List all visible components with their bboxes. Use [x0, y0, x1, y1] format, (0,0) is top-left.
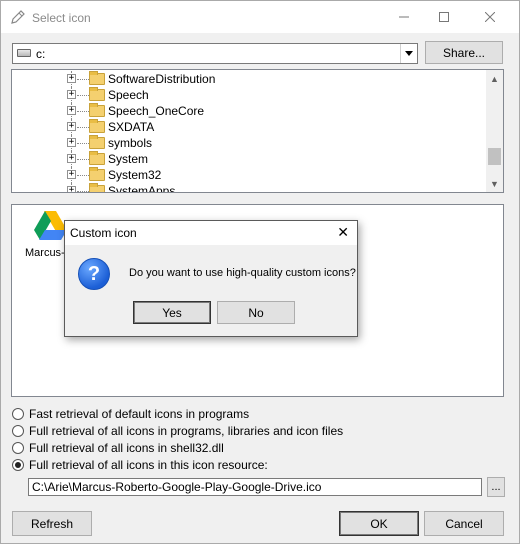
folder-icon: [89, 151, 105, 165]
hard-drive-icon: [17, 49, 31, 57]
title-bar: Select icon: [1, 1, 519, 33]
minimize-icon: [399, 16, 409, 18]
ok-button-label: OK: [370, 516, 388, 531]
option-full-shell32[interactable]: Full retrieval of all icons in shell32.d…: [12, 440, 224, 456]
select-icon-window: Select icon c: Share... + SoftwareDistri…: [0, 0, 520, 544]
tree-item[interactable]: + SystemApps: [12, 183, 482, 193]
close-button[interactable]: [467, 1, 513, 33]
radio-button[interactable]: [12, 408, 24, 420]
tree-item-selected[interactable]: + System32: [12, 167, 482, 183]
tree-item-label: SXDATA: [108, 120, 155, 134]
expand-icon[interactable]: +: [67, 138, 76, 147]
open-folder-icon: [89, 167, 105, 181]
dialog-close-icon[interactable]: ✕: [337, 224, 349, 241]
expand-icon[interactable]: +: [67, 74, 76, 83]
option-label: Full retrieval of all icons in shell32.d…: [29, 441, 224, 455]
expand-icon[interactable]: +: [67, 122, 76, 131]
refresh-button[interactable]: Refresh: [12, 511, 92, 536]
scroll-up-icon[interactable]: ▲: [486, 70, 503, 87]
folder-icon: [89, 103, 105, 117]
dialog-message: Do you want to use high-quality custom i…: [129, 267, 356, 279]
tree-item[interactable]: + symbols: [12, 135, 482, 151]
question-icon: ?: [78, 258, 110, 290]
expand-icon[interactable]: +: [67, 90, 76, 99]
tree-item[interactable]: + System: [12, 151, 482, 167]
expand-icon[interactable]: +: [67, 170, 76, 179]
drive-value: c:: [36, 47, 46, 61]
dialog-title: Custom icon: [70, 226, 137, 240]
yes-button[interactable]: Yes: [133, 301, 211, 324]
tree-item[interactable]: + Speech: [12, 87, 482, 103]
edit-icon: [11, 10, 25, 24]
cancel-button-label: Cancel: [445, 516, 483, 531]
tree-item-label: Speech_OneCore: [108, 104, 205, 118]
radio-button[interactable]: [12, 425, 24, 437]
expand-icon[interactable]: +: [67, 106, 76, 115]
share-button[interactable]: Share...: [425, 41, 503, 64]
maximize-icon: [439, 12, 449, 22]
custom-icon-dialog: Custom icon ✕ ? Do you want to use high-…: [64, 220, 358, 337]
share-button-label: Share...: [442, 45, 486, 60]
folder-icon: [89, 71, 105, 85]
tree-item-label: symbols: [108, 136, 153, 150]
option-fast-default[interactable]: Fast retrieval of default icons in progr…: [12, 406, 249, 422]
tree-item-label: System: [108, 152, 149, 166]
option-label: Full retrieval of all icons in programs,…: [29, 424, 344, 438]
tree-item[interactable]: + Speech_OneCore: [12, 103, 482, 119]
folder-icon: [89, 183, 105, 192]
close-icon: [485, 12, 495, 22]
tree-item-label: SystemApps: [108, 184, 176, 193]
option-full-programs[interactable]: Full retrieval of all icons in programs,…: [12, 423, 343, 439]
browse-button-label: ...: [491, 481, 501, 493]
no-button[interactable]: No: [217, 301, 295, 324]
folder-icon: [89, 119, 105, 133]
icon-resource-path-field[interactable]: C:\Arie\Marcus-Roberto-Google-Play-Googl…: [28, 478, 482, 496]
yes-button-label: Yes: [162, 305, 182, 320]
option-label: Full retrieval of all icons in this icon…: [29, 458, 268, 472]
ok-button[interactable]: OK: [339, 511, 419, 536]
expand-icon[interactable]: +: [67, 154, 76, 163]
chevron-down-icon[interactable]: [400, 44, 417, 63]
drive-select[interactable]: c:: [12, 43, 418, 64]
google-drive-icon: [34, 211, 67, 240]
refresh-button-label: Refresh: [30, 516, 74, 531]
tree-item[interactable]: + SoftwareDistribution: [12, 71, 482, 87]
scroll-thumb[interactable]: [488, 148, 501, 165]
cancel-button[interactable]: Cancel: [424, 511, 504, 536]
tree-item-label: SoftwareDistribution: [108, 72, 216, 86]
tree-item-label: Speech: [108, 88, 149, 102]
dialog-title-bar: Custom icon ✕: [65, 221, 357, 245]
tree-item[interactable]: + SXDATA: [12, 119, 482, 135]
tree-scrollbar[interactable]: ▲ ▼: [486, 70, 503, 192]
folder-tree[interactable]: + SoftwareDistribution + Speech + Speech…: [11, 69, 504, 193]
tree-item-label: System32: [108, 168, 162, 182]
scroll-down-icon[interactable]: ▼: [486, 175, 503, 192]
maximize-button[interactable]: [421, 1, 467, 33]
window-title: Select icon: [32, 11, 91, 25]
folder-icon: [89, 87, 105, 101]
radio-button-selected[interactable]: [12, 459, 24, 471]
option-label: Fast retrieval of default icons in progr…: [29, 407, 250, 421]
expand-icon[interactable]: +: [67, 186, 76, 192]
browse-button[interactable]: ...: [487, 477, 505, 497]
no-button-label: No: [248, 305, 264, 320]
radio-button[interactable]: [12, 442, 24, 454]
option-full-resource[interactable]: Full retrieval of all icons in this icon…: [12, 457, 268, 473]
folder-icon: [89, 135, 105, 149]
